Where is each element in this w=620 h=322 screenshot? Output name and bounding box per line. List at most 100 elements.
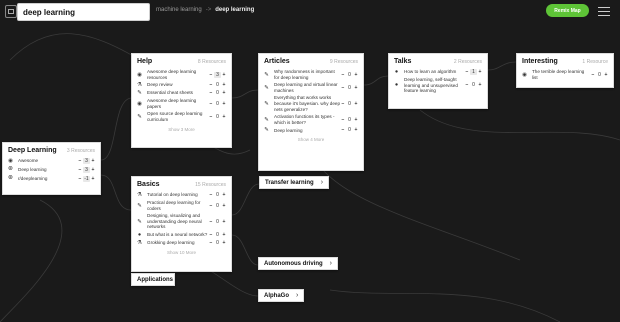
vote-control: −0 + [340,127,359,133]
upvote-button[interactable]: + [221,72,227,78]
topic-transfer-learning[interactable]: Transfer learning › [259,176,330,189]
upvote-button[interactable]: + [221,240,227,246]
play-icon: ● [394,69,399,75]
resource-item[interactable]: ✎ Designing, visualizing and understandin… [132,212,231,231]
resource-title[interactable]: Grokking deep learning [143,240,208,246]
card-header: Talks 2 Resources [389,54,487,68]
card-interesting[interactable]: Interesting 1 Resource ◉ The terrible deep … [516,53,614,88]
resource-title[interactable]: Deep learning [270,128,340,134]
topic-alphago[interactable]: AlphaGo › [258,289,305,302]
resource-title[interactable]: The terrible deep learning list [528,69,590,80]
resource-item[interactable]: ● How to learn an algorithm −1 + [389,68,487,76]
upvote-button[interactable]: + [221,114,227,120]
card-title[interactable]: Basics [137,181,160,188]
flask-icon: ⚗ [137,239,142,246]
upvote-button[interactable]: + [221,192,227,198]
upvote-button[interactable]: + [221,90,227,96]
resource-title[interactable]: r/deeplearning [14,176,77,182]
card-deep-learning[interactable]: Deep Learning 3 Resources ◉ Awesome −3 + ⦾ Deep… [2,142,101,195]
resource-item[interactable]: ✎ Deep learning and virtual linear machin… [259,81,363,94]
resource-item[interactable]: ✎ Everything that works works because it'… [259,94,363,113]
upvote-button[interactable]: + [221,219,227,225]
breadcrumb-item[interactable]: machine learning [156,7,202,13]
upvote-button[interactable]: + [90,158,96,164]
search-input[interactable] [17,3,150,21]
resource-title[interactable]: Deep review [143,82,208,88]
resource-item[interactable]: ◉ Awesome deep learning resources −3 + [132,68,231,81]
resource-item[interactable]: ⦾ Deep learning −3 + [3,165,100,174]
topic-applications[interactable]: Applications [131,273,175,286]
upvote-button[interactable]: + [221,101,227,107]
upvote-button[interactable]: + [353,127,359,133]
connector-line [100,97,132,161]
vote-control: −0 + [208,219,227,225]
resource-title[interactable]: Why randomness is important for deep lea… [270,69,340,80]
logo-icon[interactable] [5,5,17,18]
resource-item[interactable]: ⚗ Tutorial on deep learning −0 + [132,191,231,199]
resource-title[interactable]: Practical deep learning for coders [143,200,208,211]
show-more-link[interactable]: Show 3 More [132,124,231,134]
upvote-button[interactable]: + [353,117,359,123]
resource-item[interactable]: ✎ Why randomness is important for deep le… [259,68,363,81]
resource-title[interactable]: Tutorial on deep learning [143,192,208,198]
vote-score: 0 [216,82,219,89]
card-title[interactable]: Help [137,58,152,65]
resource-item[interactable]: ✎ Essential cheat sheets −0 + [132,89,231,97]
resource-title[interactable]: Open source deep learning curriculum [143,111,208,122]
show-more-link[interactable]: Show 4 More [259,134,363,144]
github-icon: ◉ [8,158,13,164]
upvote-button[interactable]: + [353,85,359,91]
resource-item[interactable]: ✎ Activation functions its types - which … [259,113,363,126]
upvote-button[interactable]: + [603,72,609,78]
resource-item[interactable]: ⚗ Grokking deep learning −0 + [132,239,231,247]
card-title[interactable]: Deep Learning [8,147,57,154]
resource-title[interactable]: But what is a neural network? [143,232,208,238]
mind-map-canvas[interactable]: machine learning->deep learning Remix Ma… [0,0,620,322]
upvote-button[interactable]: + [353,72,359,78]
resource-title[interactable]: Deep learning, self-taught learning and … [400,77,464,94]
card-basics[interactable]: Basics 15 Resources ⚗ Tutorial on deep lear… [131,176,232,272]
resource-item[interactable]: ✎ Deep learning −0 + [259,126,363,134]
resource-title[interactable]: How to learn an algorithm [400,69,464,75]
upvote-button[interactable]: + [90,176,96,182]
resource-title[interactable]: Awesome deep learning papers [143,98,208,109]
vote-control: −0 + [208,192,227,198]
card-title[interactable]: Talks [394,58,411,65]
card-title[interactable]: Articles [264,58,290,65]
resource-title[interactable]: Deep learning and virtual linear machine… [270,82,340,93]
resource-count: 3 Resources [66,148,95,154]
pencil-icon: ✎ [137,90,142,97]
resource-item[interactable]: ✎ Practical deep learning for coders −0 + [132,199,231,212]
card-articles[interactable]: Articles 9 Resources ✎ Why randomness is im… [258,53,364,171]
upvote-button[interactable]: + [221,203,227,209]
resource-item[interactable]: ● But what is a neural network? −0 + [132,231,231,239]
resource-title[interactable]: Deep learning [14,167,77,173]
resource-item[interactable]: ✎ Open source deep learning curriculum −0 + [132,110,231,123]
upvote-button[interactable]: + [221,82,227,88]
resource-item[interactable]: ⦾ r/deeplearning − -1 + [3,174,100,183]
resource-title[interactable]: Activation functions its types - which i… [270,114,340,125]
upvote-button[interactable]: + [477,82,483,88]
resource-item[interactable]: ⚗ Deep review −0 + [132,81,231,89]
vote-score: 0 [348,116,351,123]
resource-item[interactable]: ● Deep learning, self-taught learning and… [389,76,487,95]
resource-item[interactable]: ◉ Awesome −3 + [3,157,100,165]
resource-title[interactable]: Everything that works works because it's… [270,95,340,112]
topic-autonomous-driving[interactable]: Autonomous driving › [258,257,339,270]
resource-title[interactable]: Awesome deep learning resources [143,69,208,80]
upvote-button[interactable]: + [221,232,227,238]
upvote-button[interactable]: + [353,101,359,107]
resource-title[interactable]: Essential cheat sheets [143,90,208,96]
card-talks[interactable]: Talks 2 Resources ● How to learn an algorit… [388,53,488,109]
upvote-button[interactable]: + [477,69,483,75]
resource-item[interactable]: ◉ The terrible deep learning list −0 + [517,68,613,81]
resource-title[interactable]: Awesome [14,158,77,164]
remix-map-button[interactable]: Remix Map [546,4,589,17]
show-more-link[interactable]: Show 10 More [132,247,231,257]
card-title[interactable]: Interesting [522,58,558,65]
hamburger-menu-icon[interactable] [598,7,610,17]
upvote-button[interactable]: + [90,167,96,173]
resource-title[interactable]: Designing, visualizing and understanding… [143,213,208,230]
resource-item[interactable]: ◉ Awesome deep learning papers −0 + [132,97,231,110]
card-help[interactable]: Help 8 Resources ◉ Awesome deep learning re… [131,53,232,148]
